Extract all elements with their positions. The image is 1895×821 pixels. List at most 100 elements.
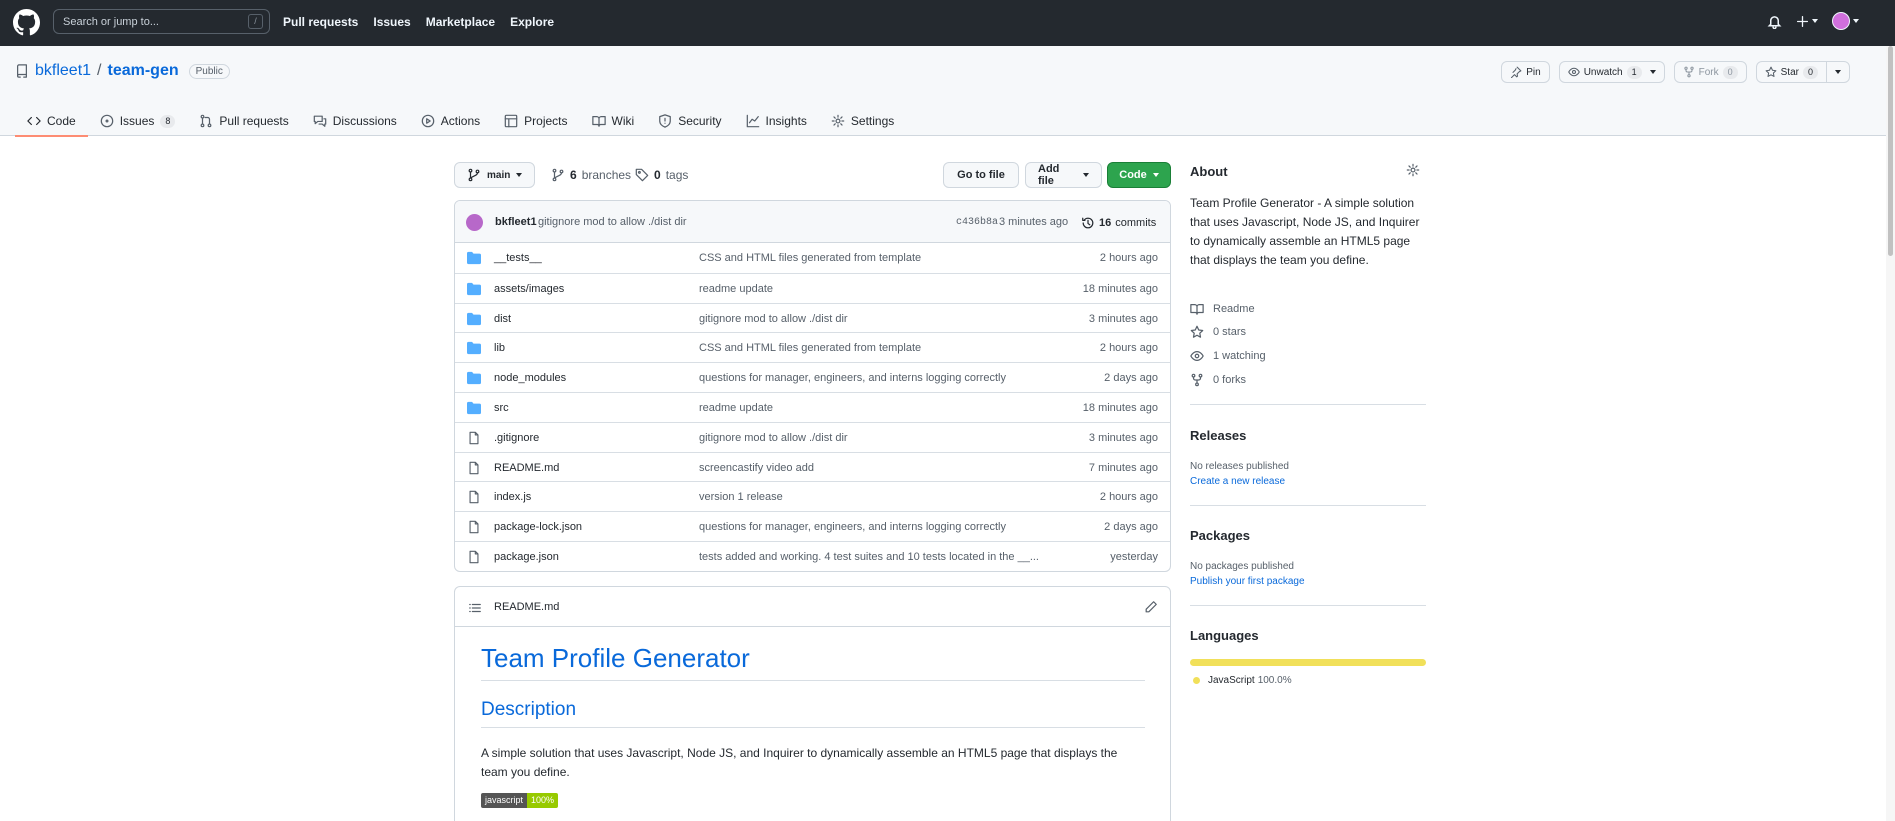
user-menu[interactable] [1832,12,1859,30]
file-commit-message[interactable]: readme update [699,283,773,295]
file-commit-message[interactable]: gitignore mod to allow ./dist dir [699,313,848,325]
readme-link[interactable]: Readme [1190,302,1255,316]
file-commit-message[interactable]: questions for manager, engineers, and in… [699,521,1006,533]
fork-button[interactable]: Fork 0 [1673,61,1747,83]
file-commit-message[interactable]: tests added and working. 4 test suites a… [699,551,1039,563]
file-name-link[interactable]: package.json [494,551,559,563]
nav-pull-requests[interactable]: Pull requests [283,15,358,29]
tab-pull-requests[interactable]: Pull requests [187,106,300,136]
publish-package-link[interactable]: Publish your first package [1190,576,1305,587]
file-name-link[interactable]: __tests__ [494,252,542,264]
tab-settings[interactable]: Settings [819,106,906,136]
file-commit-message[interactable]: gitignore mod to allow ./dist dir [699,432,848,444]
language-item[interactable]: JavaScript 100.0% [1193,675,1292,686]
commit-time: 3 minutes ago [999,216,1069,228]
commit-sha[interactable]: c436b8a [956,217,998,228]
table-row[interactable]: package.json tests added and working. 4 t… [455,540,1170,571]
commit-message[interactable]: gitignore mod to allow ./dist dir [538,216,687,228]
branches-link[interactable]: 6 branches [551,168,631,182]
file-name-link[interactable]: .gitignore [494,432,539,444]
branch-selector[interactable]: main [454,162,536,188]
packages-title[interactable]: Packages [1190,528,1250,543]
watching-link[interactable]: 1 watching [1190,349,1266,363]
tab-actions[interactable]: Actions [409,106,492,136]
table-row[interactable]: assets/images readme update 18 minutes ago [455,272,1170,303]
notifications-bell-icon[interactable] [1767,14,1782,29]
readme-filename[interactable]: README.md [494,601,559,613]
commits-link[interactable]: 16 commits [1081,216,1156,230]
file-name-link[interactable]: README.md [494,462,559,474]
stars-link[interactable]: 0 stars [1190,325,1246,339]
search-input[interactable]: Search or jump to... / [53,9,270,34]
pull-request-icon [200,114,212,128]
file-commit-message[interactable]: readme update [699,402,773,414]
commit-author[interactable]: bkfleet1 [495,216,537,228]
packages-empty: No packages published [1190,561,1294,572]
readme-description: A simple solution that uses Javascript, … [481,746,1118,779]
file-commit-message[interactable]: screencastify video add [699,462,814,474]
forks-link[interactable]: 0 forks [1190,373,1246,387]
tags-link[interactable]: 0 tags [635,168,688,182]
chevron-down-icon [1853,19,1859,23]
repo-owner-link[interactable]: bkfleet1 [35,62,91,80]
nav-marketplace[interactable]: Marketplace [426,15,495,29]
table-row[interactable]: node_modules questions for manager, engin… [455,362,1170,392]
scrollbar-thumb[interactable] [1888,46,1893,256]
table-row[interactable]: __tests__ CSS and HTML files generated fr… [455,243,1170,273]
global-header: Search or jump to... / Pull requests Iss… [0,0,1895,46]
list-icon[interactable] [468,601,482,615]
table-row[interactable]: src readme update 18 minutes ago [455,391,1170,422]
code-button[interactable]: Code [1107,162,1171,188]
file-name-link[interactable]: lib [494,342,505,354]
tab-code[interactable]: Code [15,106,88,137]
star-button[interactable]: Star 0 [1755,61,1850,83]
file-commit-message[interactable]: version 1 release [699,491,783,503]
gear-icon[interactable] [1406,163,1420,177]
table-row[interactable]: dist gitignore mod to allow ./dist dir 3 m… [455,302,1170,333]
folder-icon [467,401,481,415]
file-name-link[interactable]: node_modules [494,372,566,384]
pencil-icon[interactable] [1144,600,1158,614]
create-new-menu[interactable] [1796,15,1818,28]
table-row[interactable]: package-lock.json questions for manager, … [455,511,1170,541]
go-to-file-button[interactable]: Go to file [943,162,1019,188]
star-list-dropdown[interactable] [1826,62,1849,82]
create-release-link[interactable]: Create a new release [1190,476,1285,487]
file-name-link[interactable]: assets/images [494,283,564,295]
file-commit-message[interactable]: CSS and HTML files generated from templa… [699,342,921,354]
nav-issues[interactable]: Issues [373,15,410,29]
tab-discussions[interactable]: Discussions [301,106,409,136]
projects-icon [504,114,518,128]
tab-wiki[interactable]: Wiki [580,106,647,136]
file-name-link[interactable]: package-lock.json [494,521,582,533]
nav-explore[interactable]: Explore [510,15,554,29]
add-file-button[interactable]: Add file [1025,162,1102,188]
table-row[interactable]: lib CSS and HTML files generated from tem… [455,332,1170,362]
avatar[interactable] [466,214,483,231]
table-row[interactable]: index.js version 1 release 2 hours ago [455,481,1170,511]
tab-security[interactable]: Security [646,106,733,136]
github-logo-icon[interactable] [13,9,40,36]
tab-settings-label: Settings [850,114,895,128]
table-row[interactable]: .gitignore gitignore mod to allow ./dist … [455,421,1170,452]
file-commit-time: 2 hours ago [1099,252,1158,264]
pin-button[interactable]: Pin [1501,61,1550,83]
readme-header: README.md [455,587,1170,627]
file-commit-time: 3 minutes ago [1088,312,1158,325]
page-scrollbar[interactable] [1886,46,1895,821]
folder-icon [467,371,481,385]
tab-insights[interactable]: Insights [734,106,819,136]
table-row[interactable]: README.md screencastify video add 7 minute… [455,451,1170,482]
file-name-link[interactable]: dist [494,313,511,325]
tab-code-label: Code [47,114,76,128]
repo-name-link[interactable]: team-gen [108,62,179,80]
file-name-link[interactable]: src [494,402,509,414]
unwatch-button[interactable]: Unwatch 1 [1558,61,1665,83]
branches-count: 6 [570,168,577,182]
tab-projects[interactable]: Projects [492,106,579,136]
file-name-link[interactable]: index.js [494,491,531,503]
file-commit-message[interactable]: questions for manager, engineers, and in… [699,372,1006,384]
file-commit-message[interactable]: CSS and HTML files generated from templa… [699,252,921,264]
tab-issues[interactable]: Issues 8 [88,106,188,136]
releases-title[interactable]: Releases [1190,428,1246,443]
